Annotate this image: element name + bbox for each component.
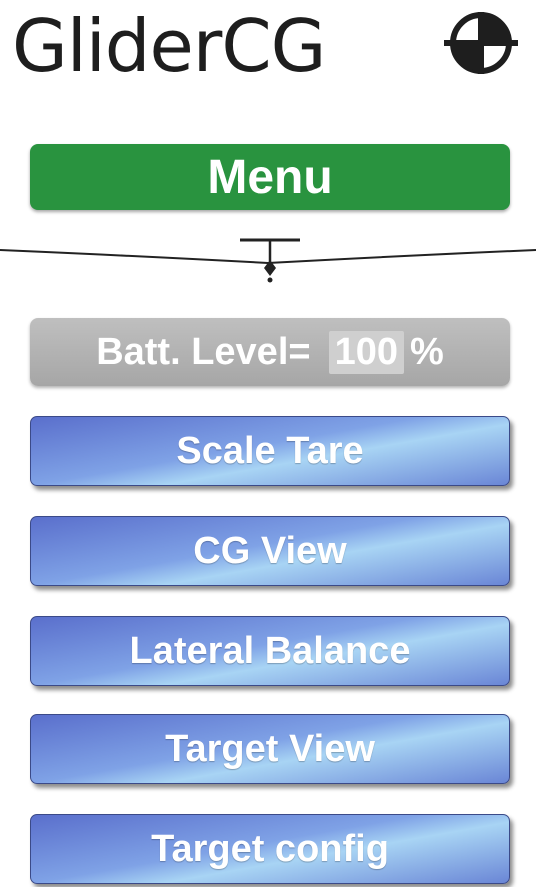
app-title: GliderCG bbox=[12, 4, 326, 88]
lateral-balance-label: Lateral Balance bbox=[129, 629, 411, 672]
battery-label: Batt. Level= bbox=[96, 330, 311, 373]
cg-view-button[interactable]: CG View bbox=[30, 516, 510, 586]
menu-header: Menu bbox=[30, 144, 510, 210]
scale-tare-label: Scale Tare bbox=[176, 429, 364, 472]
glider-illustration bbox=[0, 238, 536, 283]
battery-level-display: Batt. Level= 100 % bbox=[30, 318, 510, 386]
lateral-balance-button[interactable]: Lateral Balance bbox=[30, 616, 510, 686]
cg-view-label: CG View bbox=[193, 529, 347, 572]
menu-title: Menu bbox=[207, 150, 333, 204]
target-view-button[interactable]: Target View bbox=[30, 714, 510, 784]
app-title-text: GliderCG bbox=[12, 4, 326, 88]
scale-tare-button[interactable]: Scale Tare bbox=[30, 416, 510, 486]
battery-unit: % bbox=[409, 330, 444, 373]
target-config-label: Target config bbox=[151, 827, 389, 870]
cg-symbol-icon bbox=[444, 12, 518, 74]
target-config-button[interactable]: Target config bbox=[30, 814, 510, 884]
battery-value: 100 bbox=[328, 330, 404, 374]
target-view-label: Target View bbox=[165, 727, 375, 770]
